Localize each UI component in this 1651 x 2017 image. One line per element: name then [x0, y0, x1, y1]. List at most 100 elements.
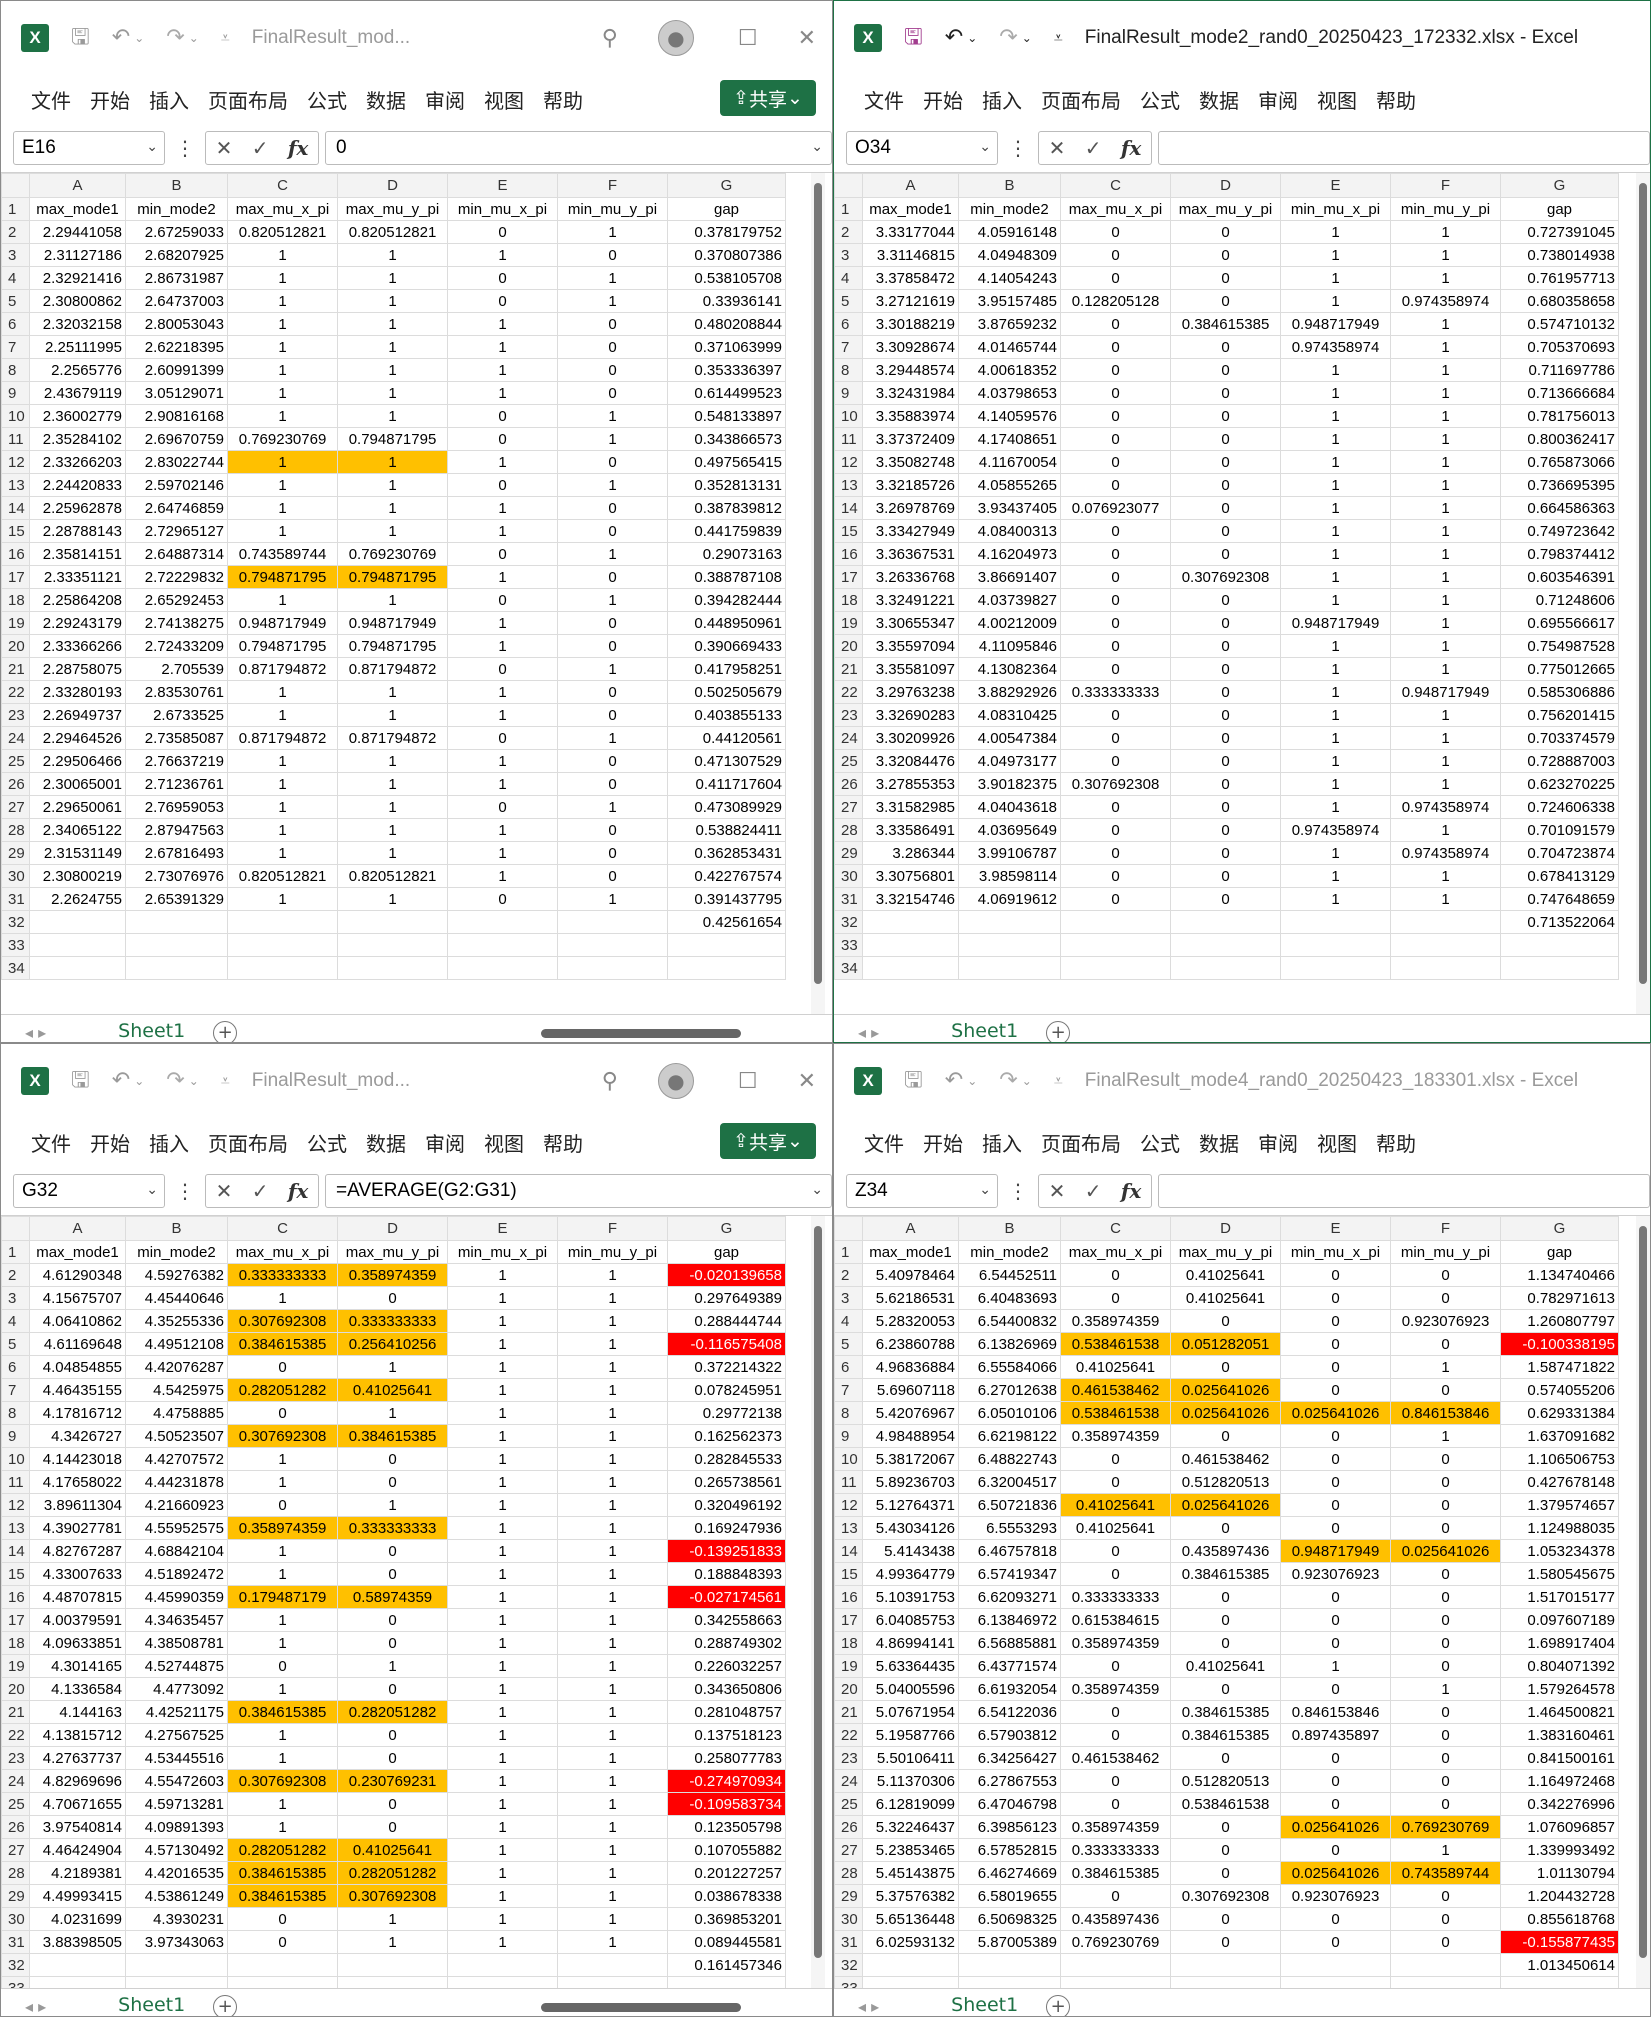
row-header[interactable]: 6 [1, 312, 30, 336]
cell[interactable]: 0 [1060, 1447, 1171, 1471]
cell[interactable]: 0.230769231 [337, 1769, 448, 1793]
column-header[interactable]: F [1390, 173, 1501, 198]
cell[interactable]: min_mu_x_pi [447, 1240, 558, 1264]
cell[interactable]: 0.282051282 [227, 1378, 338, 1402]
cell[interactable]: 2.73076976 [125, 864, 228, 888]
row-header[interactable]: 7 [1, 1378, 30, 1402]
cell[interactable]: 3.95157485 [958, 289, 1061, 313]
cell[interactable]: 0.769230769 [227, 427, 338, 451]
cell[interactable]: 4.96836884 [862, 1355, 959, 1379]
cell[interactable]: 0 [557, 519, 668, 543]
cell[interactable]: 1 [337, 404, 448, 428]
row-header[interactable]: 1 [1, 1240, 30, 1264]
cell[interactable]: 1.517015177 [1500, 1585, 1619, 1609]
cell[interactable]: 3.37372409 [862, 427, 959, 451]
cell[interactable]: 0 [1170, 1424, 1281, 1448]
chevron-down-icon[interactable]: ⌄ [811, 138, 823, 155]
cell[interactable]: 0 [1280, 1516, 1391, 1540]
cell[interactable]: 0 [1060, 243, 1171, 267]
row-header[interactable]: 14 [1, 496, 30, 520]
cell[interactable]: 1 [447, 1838, 558, 1862]
cell[interactable]: 1 [337, 1907, 448, 1931]
cell[interactable]: -0.109583734 [667, 1792, 786, 1816]
cell[interactable]: 1 [337, 1930, 448, 1954]
cell[interactable]: 2.73585087 [125, 726, 228, 750]
cell[interactable]: 0 [1390, 1286, 1501, 1310]
cell[interactable]: 0 [1390, 1907, 1501, 1931]
formula-input[interactable]: 0 ⌄ [325, 130, 832, 165]
cell[interactable]: 1 [1280, 680, 1391, 704]
cell[interactable]: 0 [1170, 588, 1281, 612]
cell[interactable]: 1 [227, 749, 338, 773]
cell[interactable]: 1 [1390, 1677, 1501, 1701]
row-header[interactable]: 33 [1, 933, 30, 957]
cell[interactable]: 0 [1390, 1378, 1501, 1402]
sheet-nav-icon[interactable]: ◂ ▸ [858, 1997, 879, 2016]
cell[interactable]: 0.948717949 [1280, 312, 1391, 336]
cell[interactable]: 4.49993415 [29, 1884, 126, 1908]
row-header[interactable]: 31 [1, 1930, 30, 1954]
cell[interactable]: 3.30209926 [862, 726, 959, 750]
cell[interactable]: 6.50698325 [958, 1907, 1061, 1931]
cell[interactable]: min_mu_x_pi [1280, 197, 1391, 221]
cell[interactable]: 0.974358974 [1390, 289, 1501, 313]
cell[interactable]: 1.579264578 [1500, 1677, 1619, 1701]
horizontal-scrollbar[interactable] [521, 1027, 801, 1039]
cell[interactable]: 0.403855133 [667, 703, 786, 727]
cell[interactable]: 0.897435897 [1280, 1723, 1391, 1747]
sheet-tab[interactable]: Sheet1 [106, 1016, 197, 1042]
cell[interactable]: 4.33007633 [29, 1562, 126, 1586]
row-header[interactable]: 28 [834, 1861, 863, 1885]
cell[interactable]: 0.025641026 [1390, 1539, 1501, 1563]
cell[interactable]: 1 [557, 1585, 668, 1609]
cell[interactable]: 3.26978769 [862, 496, 959, 520]
cell[interactable]: 1 [447, 335, 558, 359]
cell[interactable]: 4.1336584 [29, 1677, 126, 1701]
row-header[interactable]: 30 [834, 1907, 863, 1931]
cell[interactable] [1170, 933, 1281, 957]
cell[interactable] [29, 933, 126, 957]
cell[interactable]: 4.08400313 [958, 519, 1061, 543]
cell[interactable] [1500, 956, 1619, 980]
cell[interactable]: 2.32921416 [29, 266, 126, 290]
cell[interactable]: 4.04948309 [958, 243, 1061, 267]
row-header[interactable]: 14 [834, 496, 863, 520]
cell[interactable]: 1 [557, 657, 668, 681]
cell[interactable]: 0 [557, 335, 668, 359]
row-header[interactable]: 10 [834, 404, 863, 428]
cell[interactable]: 1 [1390, 358, 1501, 382]
cell[interactable]: 0.435897436 [1170, 1539, 1281, 1563]
cell[interactable]: 0 [1390, 1769, 1501, 1793]
ribbon-tab[interactable]: 帮助 [1376, 85, 1416, 114]
cell[interactable]: 4.4773092 [125, 1677, 228, 1701]
cell[interactable]: 6.61932054 [958, 1677, 1061, 1701]
cell[interactable]: 1 [337, 335, 448, 359]
cell[interactable]: 1 [1390, 657, 1501, 681]
name-box[interactable]: G32 ⌄ [13, 1173, 165, 1208]
cell[interactable]: 1 [447, 1585, 558, 1609]
cell[interactable]: 2.65292453 [125, 588, 228, 612]
cell[interactable]: 0 [1060, 358, 1171, 382]
cell[interactable]: 0.538105708 [667, 266, 786, 290]
ribbon-tab[interactable]: 插入 [982, 1128, 1022, 1157]
column-header[interactable]: C [1060, 173, 1171, 198]
cancel-icon[interactable]: ✕ [1049, 1179, 1066, 1203]
cell[interactable]: 0 [1170, 726, 1281, 750]
cell[interactable]: 1.076096857 [1500, 1815, 1619, 1839]
cell[interactable]: 1 [557, 1470, 668, 1494]
row-header[interactable]: 18 [1, 588, 30, 612]
cell[interactable]: 0.538461538 [1170, 1792, 1281, 1816]
cell[interactable]: 0.743589744 [1390, 1861, 1501, 1885]
cell[interactable]: 0 [337, 1562, 448, 1586]
cell[interactable]: 1 [447, 864, 558, 888]
ribbon-tab[interactable]: 视图 [484, 1128, 524, 1157]
row-header[interactable]: 25 [1, 749, 30, 773]
cell[interactable]: 0.333333333 [227, 1263, 338, 1287]
cell[interactable] [557, 1953, 668, 1977]
more-icon[interactable]: ⋮ [175, 1179, 195, 1203]
cell[interactable]: 0.473089929 [667, 795, 786, 819]
row-header[interactable]: 19 [834, 1654, 863, 1678]
row-header[interactable]: 1 [834, 1240, 863, 1264]
insert-function-icon[interactable]: fx [288, 1179, 309, 1203]
cell[interactable]: 4.00379591 [29, 1608, 126, 1632]
